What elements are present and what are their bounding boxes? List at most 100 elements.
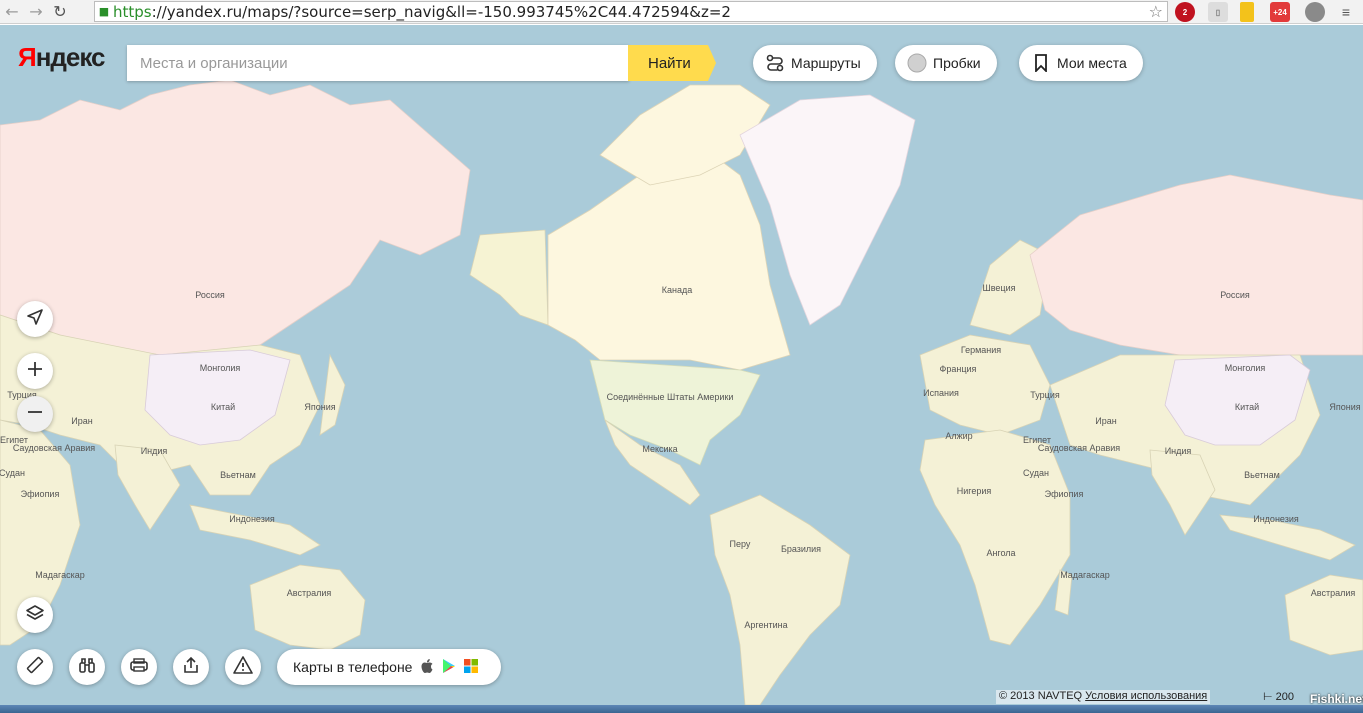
south-america-shape — [709, 494, 851, 705]
url-text: ://yandex.ru/maps/?source=serp_navig&ll=… — [151, 2, 731, 21]
back-arrow-icon[interactable]: ← — [0, 1, 24, 23]
yandex-logo[interactable]: Яндекс — [18, 42, 105, 73]
adblock-extension-icon[interactable]: 2 — [1175, 2, 1195, 22]
label-saudi-2: Саудовская Аравия — [1037, 443, 1121, 453]
label-saudi-1: Саудовская Аравия — [12, 443, 96, 453]
globe-icon[interactable] — [1305, 2, 1325, 22]
bookmark-icon — [1031, 53, 1051, 73]
browser-toolbar: ← → ↻ ■ https://yandex.ru/maps/?source=s… — [0, 0, 1363, 24]
ruler-button[interactable] — [17, 649, 53, 685]
binoculars-icon — [77, 655, 97, 680]
weather-extension-icon[interactable]: +24 — [1270, 2, 1290, 22]
star-icon[interactable]: ☆ — [1149, 2, 1163, 21]
alaska-shape — [469, 229, 549, 326]
mobile-apps-button[interactable]: Карты в телефоне — [277, 649, 501, 685]
address-bar[interactable]: ■ https://yandex.ru/maps/?source=serp_na… — [94, 1, 1168, 22]
label-iran-1: Иран — [71, 416, 93, 426]
forward-arrow-icon[interactable]: → — [24, 1, 48, 23]
print-button[interactable] — [121, 649, 157, 685]
label-india-2: Индия — [1164, 446, 1192, 456]
share-button[interactable] — [173, 649, 209, 685]
panorama-button[interactable] — [69, 649, 105, 685]
route-icon — [765, 53, 785, 73]
my-places-label: Мои места — [1057, 55, 1127, 71]
logo-rest: ндекс — [35, 42, 106, 72]
layers-button[interactable] — [17, 597, 53, 633]
ruler-icon — [25, 655, 45, 680]
reload-icon[interactable]: ↻ — [48, 1, 72, 23]
printer-icon — [129, 655, 149, 680]
map-canvas[interactable]: Россия Монголия Турция Иран Китай Япония Египе… — [0, 25, 1363, 705]
plus-icon — [26, 360, 44, 383]
label-indonesia-2: Индонезия — [1253, 514, 1299, 524]
label-india-1: Индия — [140, 446, 168, 456]
label-angola: Ангола — [986, 548, 1016, 558]
label-mongolia-2: Монголия — [1224, 363, 1266, 373]
label-spain: Испания — [923, 388, 959, 398]
extension-icon[interactable]: ▯ — [1208, 2, 1228, 22]
locate-icon — [26, 308, 44, 331]
menu-icon[interactable]: ≡ — [1336, 2, 1356, 22]
copyright-text: © 2013 NAVTEQ — [999, 690, 1083, 702]
map-scale: ⊢ 200 — [1263, 690, 1294, 703]
google-play-icon — [442, 658, 456, 677]
scale-value: 200 — [1275, 691, 1295, 703]
russia-right-shape — [1029, 174, 1363, 361]
label-mexico: Мексика — [642, 444, 678, 454]
terms-link[interactable]: Условия использования — [1085, 690, 1207, 702]
label-algeria: Алжир — [945, 431, 973, 441]
zoom-out-button[interactable] — [17, 396, 53, 432]
minus-icon — [26, 403, 44, 426]
africa-right-shape — [919, 429, 1071, 646]
australia-left-shape — [249, 564, 366, 651]
share-icon — [181, 655, 201, 680]
search-button-label: Найти — [648, 54, 691, 72]
os-taskbar — [0, 705, 1363, 713]
layers-icon — [25, 603, 45, 628]
label-japan-1: Япония — [304, 402, 336, 412]
label-ethiopia-1: Эфиопия — [20, 489, 60, 499]
japan-left-shape — [319, 353, 346, 436]
label-madagascar-1: Мадагаскар — [35, 570, 85, 580]
label-australia-1: Австралия — [286, 588, 332, 598]
label-vietnam-2: Вьетнам — [1244, 470, 1280, 480]
watermark: Fishki.net — [1310, 692, 1363, 706]
label-turkey-2: Турция — [1030, 390, 1060, 400]
australia-right-shape — [1284, 574, 1363, 656]
label-france: Франция — [939, 364, 977, 374]
label-canada: Канада — [661, 285, 693, 295]
label-russia-1: Россия — [195, 290, 225, 300]
label-germany: Германия — [960, 345, 1002, 355]
label-china-1: Китай — [210, 402, 236, 412]
traffic-label: Пробки — [933, 55, 981, 71]
report-error-button[interactable] — [225, 649, 261, 685]
url-scheme: https — [113, 2, 152, 21]
label-australia-2: Австралия — [1310, 588, 1356, 598]
label-sudan-2: Судан — [1023, 468, 1049, 478]
label-iran-2: Иран — [1095, 416, 1117, 426]
apple-icon — [420, 658, 434, 677]
indonesia-left-shape — [189, 504, 321, 556]
label-sweden: Швеция — [982, 283, 1016, 293]
traffic-icon — [907, 53, 927, 73]
bookmark-extension-icon[interactable] — [1240, 2, 1254, 22]
windows-icon — [464, 658, 479, 676]
routes-button[interactable]: Маршруты — [753, 45, 877, 81]
copyright-bar: © 2013 NAVTEQ Условия использования — [996, 690, 1211, 704]
label-mongolia-1: Монголия — [199, 363, 241, 373]
label-usa: Соединённые Штаты Америки — [606, 392, 734, 402]
warning-icon — [233, 655, 253, 680]
russia-left-shape — [0, 79, 471, 356]
traffic-button[interactable]: Пробки — [895, 45, 997, 81]
mobile-apps-label: Карты в телефоне — [293, 659, 413, 675]
my-places-button[interactable]: Мои места — [1019, 45, 1143, 81]
label-ethiopia-2: Эфиопия — [1044, 489, 1084, 499]
label-china-2: Китай — [1234, 402, 1260, 412]
zoom-in-button[interactable] — [17, 353, 53, 389]
search-input[interactable]: Места и организации — [127, 45, 629, 81]
locate-button[interactable] — [17, 301, 53, 337]
label-sudan-1: Судан — [0, 468, 25, 478]
search-button[interactable]: Найти — [628, 45, 716, 81]
label-peru: Перу — [729, 539, 751, 549]
label-vietnam-1: Вьетнам — [220, 470, 256, 480]
